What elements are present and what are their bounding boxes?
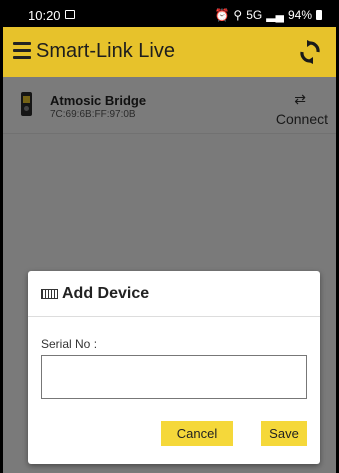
status-time: 10:20 [28, 8, 61, 23]
dialog-title: Add Device [62, 285, 150, 302]
save-button[interactable]: Save [261, 421, 307, 446]
phone-screen: 10:20 ⏰ ⚲ 5G ▂▄ 94% Smart-Link Live Atmo… [3, 3, 336, 473]
network-label: 5G [246, 8, 263, 22]
cancel-button[interactable]: Cancel [161, 421, 233, 446]
app-title: Smart-Link Live [36, 40, 175, 62]
image-notification-icon [65, 10, 75, 19]
add-device-dialog: Add Device Serial No : Cancel Save [28, 271, 320, 464]
app-bar: Smart-Link Live [3, 27, 336, 77]
signal-icon: ▂▄ [266, 8, 284, 22]
keyboard-icon [41, 289, 58, 299]
alarm-icon: ⏰ [214, 8, 230, 22]
battery-icon [316, 10, 322, 20]
serial-label: Serial No : [41, 337, 98, 351]
dialog-header: Add Device [28, 271, 320, 317]
status-right: ⏰ ⚲ 5G ▂▄ 94% [214, 8, 322, 22]
refresh-icon[interactable] [298, 39, 322, 65]
hamburger-icon[interactable] [13, 42, 31, 60]
status-bar: 10:20 ⏰ ⚲ 5G ▂▄ 94% [3, 3, 336, 27]
battery-label: 94% [287, 8, 312, 22]
location-icon: ⚲ [233, 8, 243, 22]
serial-input[interactable] [41, 355, 307, 399]
